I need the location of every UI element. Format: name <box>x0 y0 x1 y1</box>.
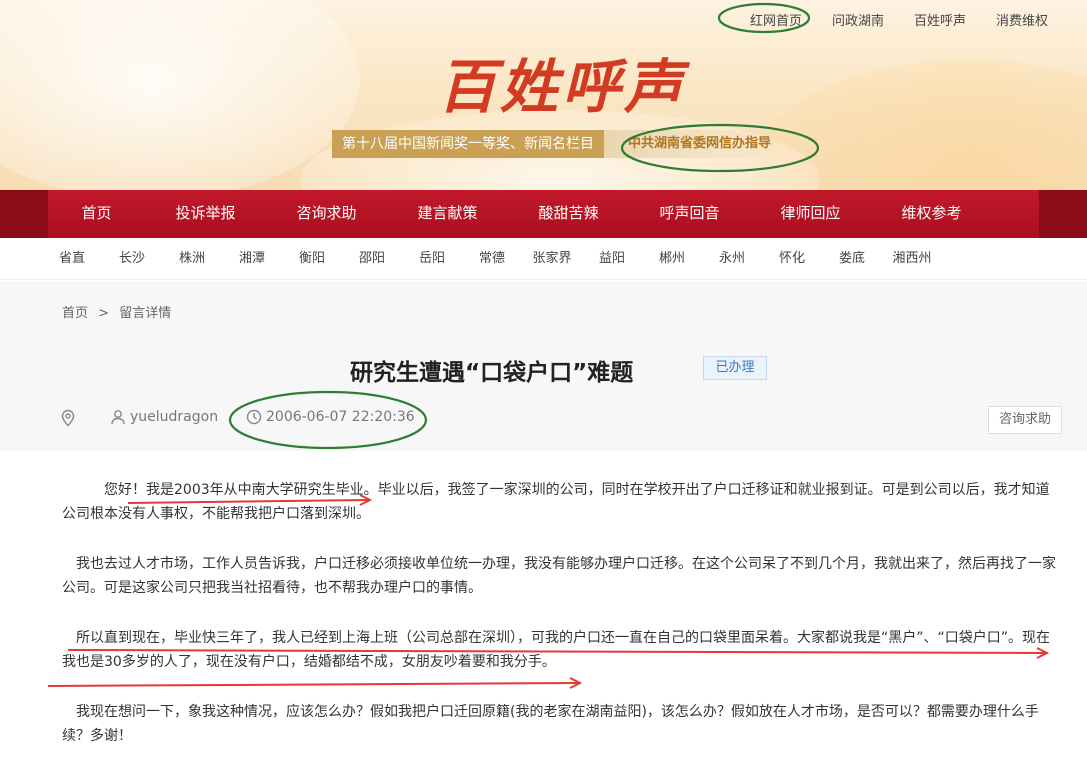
nav-item-echo[interactable]: 呼声回音 <box>629 190 750 238</box>
paragraph: 我也去过人才市场，工作人员告诉我，户口迁移必须接收单位统一办理，我没有能够办理户… <box>62 556 1056 596</box>
nav-item-life[interactable]: 酸甜苦辣 <box>508 190 629 238</box>
category-button[interactable]: 咨询求助 <box>988 406 1062 434</box>
paragraph: 您好！我是2003年从中南大学研究生毕业。毕业以后，我签了一家深圳的公司，同时在… <box>62 482 1050 522</box>
region-item[interactable]: 湘西州 <box>882 238 942 280</box>
toplink-wenzheng[interactable]: 问政湖南 <box>817 8 899 31</box>
author-meta: yueludragon <box>110 409 218 425</box>
guide-label: 中共湖南省委网信办指导 <box>604 130 788 158</box>
breadcrumb-separator: > <box>98 306 110 321</box>
nav-item-consult[interactable]: 咨询求助 <box>266 190 387 238</box>
location-pin-icon <box>61 409 75 427</box>
user-icon <box>111 410 125 425</box>
region-nav: 省直 长沙 株洲 湘潭 衡阳 邵阳 岳阳 常德 张家界 益阳 郴州 永州 怀化 … <box>0 238 1087 280</box>
author-name: yueludragon <box>130 409 219 425</box>
nav-item-home[interactable]: 首页 <box>48 190 145 238</box>
toplink-consumer[interactable]: 消费维权 <box>981 8 1063 31</box>
nav-item-rights[interactable]: 维权参考 <box>871 190 992 238</box>
region-item[interactable]: 张家界 <box>522 238 582 280</box>
region-item[interactable]: 衡阳 <box>282 238 342 280</box>
location-meta <box>60 409 80 427</box>
nav-item-suggest[interactable]: 建言献策 <box>387 190 508 238</box>
main-nav: 首页 投诉举报 咨询求助 建言献策 酸甜苦辣 呼声回音 律师回应 维权参考 <box>0 190 1087 238</box>
post-body: 您好！我是2003年从中南大学研究生毕业。毕业以后，我签了一家深圳的公司，同时在… <box>62 478 1062 774</box>
breadcrumb: 首页 > 留言详情 <box>62 302 177 321</box>
region-item[interactable]: 湘潭 <box>222 238 282 280</box>
nav-item-complaint[interactable]: 投诉举报 <box>145 190 266 238</box>
region-item[interactable]: 省直 <box>42 238 102 280</box>
region-item[interactable]: 永州 <box>702 238 762 280</box>
region-item[interactable]: 娄底 <box>822 238 882 280</box>
breadcrumb-current: 留言详情 <box>119 306 172 321</box>
top-links: 红网首页 问政湖南 百姓呼声 消费维权 <box>735 8 1063 31</box>
nav-item-lawyer[interactable]: 律师回应 <box>750 190 871 238</box>
region-item[interactable]: 长沙 <box>102 238 162 280</box>
region-item[interactable]: 株洲 <box>162 238 222 280</box>
region-item[interactable]: 郴州 <box>642 238 702 280</box>
region-item[interactable]: 益阳 <box>582 238 642 280</box>
post-title: 研究生遭遇“口袋户口”难题 <box>350 360 634 386</box>
award-strip: 第十八届中国新闻奖一等奖、新闻名栏目 中共湖南省委网信办指导 <box>332 130 788 158</box>
region-item[interactable]: 常德 <box>462 238 522 280</box>
toplink-home[interactable]: 红网首页 <box>735 8 817 31</box>
time-meta: 2006-06-07 22:20:36 <box>246 409 415 425</box>
status-badge: 已办理 <box>703 356 767 380</box>
post-time: 2006-06-07 22:20:36 <box>266 409 415 425</box>
toplink-baixing[interactable]: 百姓呼声 <box>899 8 981 31</box>
region-item[interactable]: 岳阳 <box>402 238 462 280</box>
paragraph: 我现在想问一下，象我这种情况，应该怎么办？假如我把户口迁回原籍(我的老家在湖南益… <box>62 704 1039 744</box>
clock-icon <box>246 409 262 425</box>
breadcrumb-home[interactable]: 首页 <box>62 306 88 321</box>
award-label: 第十八届中国新闻奖一等奖、新闻名栏目 <box>332 130 604 158</box>
region-item[interactable]: 怀化 <box>762 238 822 280</box>
header-banner: 红网首页 问政湖南 百姓呼声 消费维权 百姓呼声 第十八届中国新闻奖一等奖、新闻… <box>0 0 1087 190</box>
paragraph: 所以直到现在，毕业快三年了，我人已经到上海上班（公司总部在深圳），可我的户口还一… <box>62 630 1051 670</box>
region-item[interactable]: 邵阳 <box>342 238 402 280</box>
site-logo[interactable]: 百姓呼声 <box>438 40 686 124</box>
